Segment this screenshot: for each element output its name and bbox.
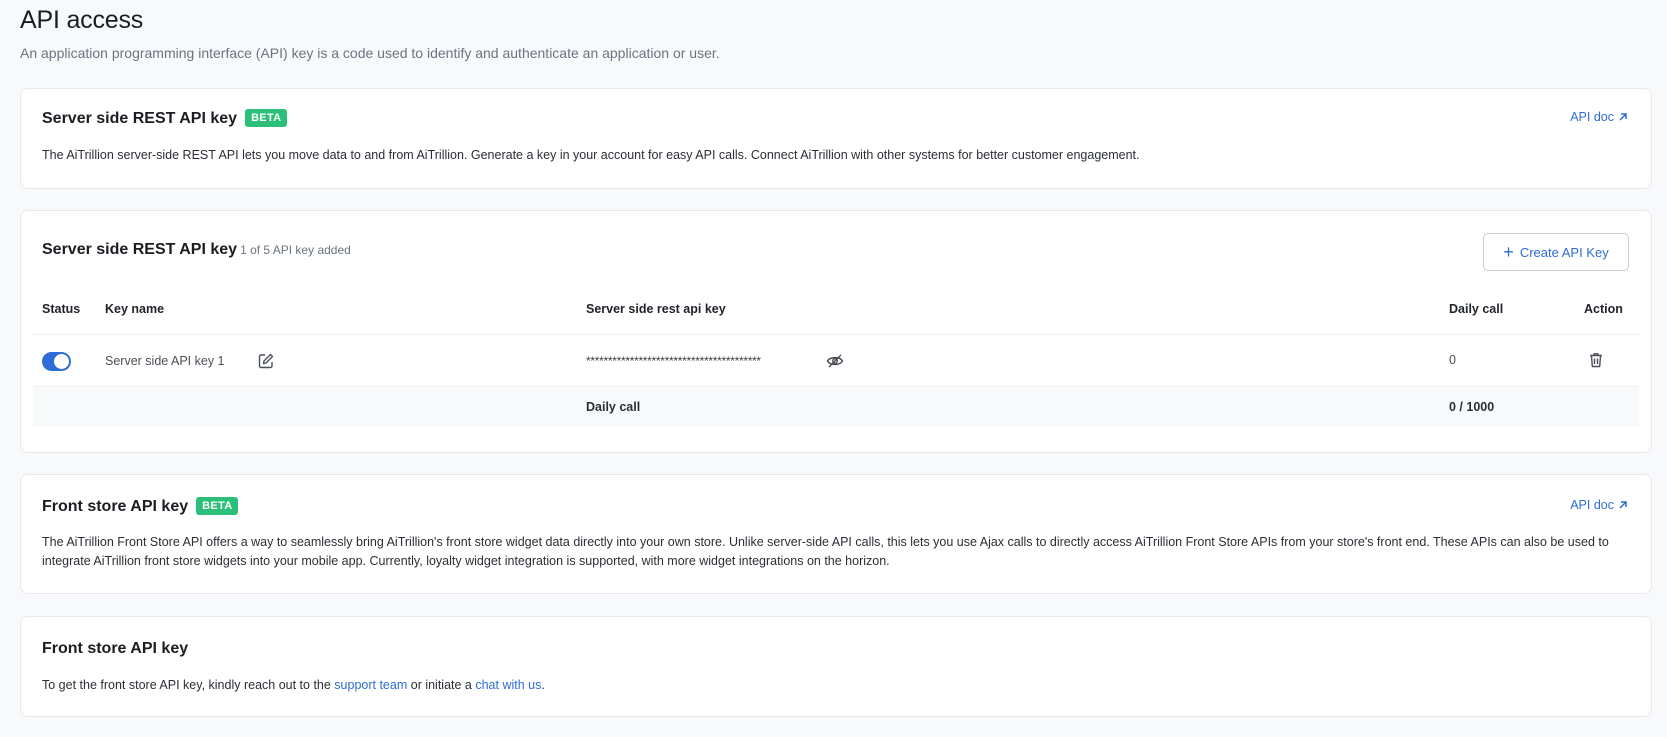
beta-badge: BETA	[245, 109, 288, 127]
row-divider	[33, 334, 1639, 335]
plus-icon: +	[1503, 242, 1514, 262]
column-daily-call: Daily call	[1449, 302, 1504, 316]
page-title: API access	[20, 6, 144, 34]
support-team-link[interactable]: support team	[334, 678, 407, 692]
summary-label: Daily call	[586, 400, 641, 414]
masked-api-key: ****************************************	[586, 354, 761, 368]
key-count: 1 of 5 API key added	[240, 243, 351, 257]
front-store-key-title: Front store API key	[42, 640, 189, 657]
rest-api-info-title: Server side REST API key BETA	[42, 109, 288, 128]
edit-icon[interactable]	[257, 352, 275, 370]
external-arrow-icon	[1619, 113, 1627, 121]
daily-call-value: 0	[1449, 353, 1456, 367]
page-subtitle: An application programming interface (AP…	[20, 45, 720, 61]
front-store-info-card: Front store API key BETA API doc The AiTr…	[20, 474, 1652, 594]
column-api-key: Server side rest api key	[586, 302, 726, 316]
front-store-description: The AiTrillion Front Store API offers a …	[42, 535, 1609, 568]
column-action: Action	[1584, 302, 1623, 316]
front-store-api-doc-link[interactable]: API doc	[1570, 498, 1629, 512]
rest-api-keys-title: Server side REST API key 1 of 5 API key a…	[42, 241, 351, 258]
rest-api-info-card: Server side REST API key BETA API doc The…	[20, 88, 1652, 189]
trash-icon[interactable]	[1587, 351, 1605, 369]
front-store-key-instructions: To get the front store API key, kindly r…	[42, 678, 545, 692]
status-toggle[interactable]	[42, 352, 71, 371]
front-store-key-card: Front store API key To get the front sto…	[20, 616, 1652, 717]
external-arrow-icon	[1619, 501, 1627, 509]
beta-badge: BETA	[196, 497, 239, 515]
summary-value: 0 / 1000	[1449, 400, 1495, 414]
rest-api-keys-card: Server side REST API key 1 of 5 API key a…	[20, 210, 1652, 453]
daily-call-summary-row: Daily call 0 / 1000	[33, 387, 1639, 427]
column-key-name: Key name	[105, 302, 165, 316]
column-status: Status	[42, 302, 81, 316]
eye-off-icon[interactable]	[826, 352, 844, 370]
chat-with-us-link[interactable]: chat with us	[475, 678, 541, 692]
key-name-value: Server side API key 1	[105, 354, 225, 368]
rest-api-description: The AiTrillion server-side REST API lets…	[42, 148, 1140, 162]
create-api-key-button[interactable]: + Create API Key	[1483, 233, 1629, 271]
rest-api-doc-link[interactable]: API doc	[1570, 110, 1629, 124]
front-store-info-title: Front store API key BETA	[42, 497, 239, 516]
